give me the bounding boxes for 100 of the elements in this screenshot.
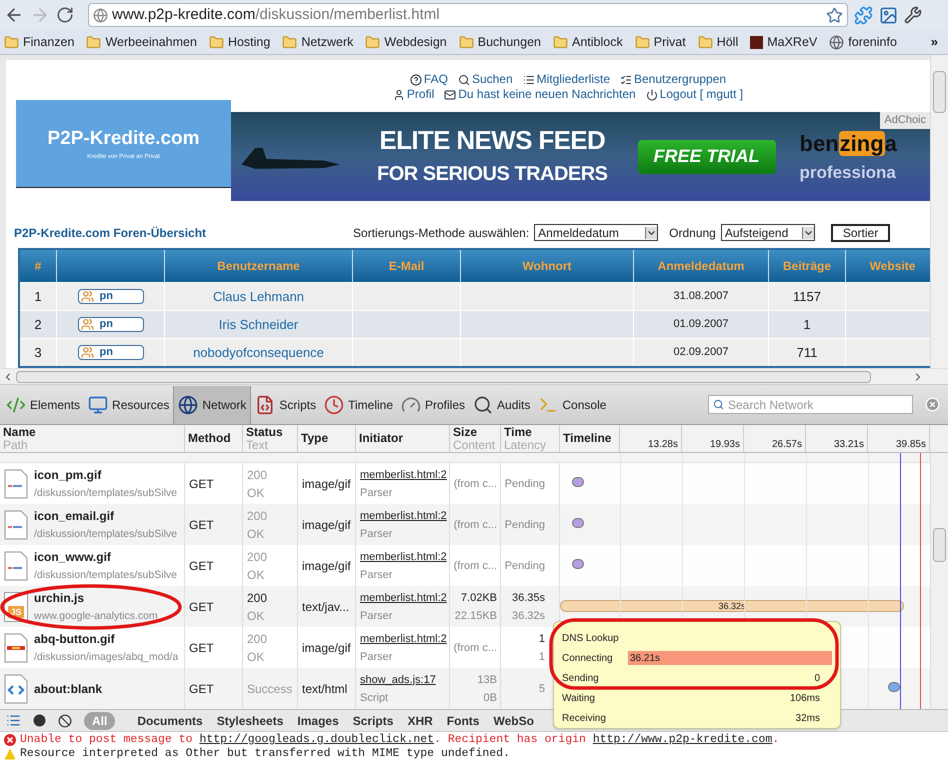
table-cell-text: 1 xyxy=(803,316,811,334)
adchoices-label[interactable]: AdChoic xyxy=(880,112,930,128)
nav-link[interactable]: Suchen xyxy=(458,72,513,87)
content-size: 0B xyxy=(484,690,497,706)
devtools-tab[interactable]: Audits xyxy=(469,386,534,424)
nav-link[interactable]: FAQ xyxy=(410,72,448,87)
free-trial-button[interactable]: FREE TRIAL xyxy=(638,140,776,174)
bookmark-item[interactable]: Finanzen xyxy=(4,32,74,52)
filter-tab[interactable]: Scripts xyxy=(352,712,394,730)
nav-link[interactable]: Profil xyxy=(392,87,434,102)
table-cell-text: text/html xyxy=(302,680,348,698)
profile-icon xyxy=(392,88,405,100)
devtools-tab[interactable]: Profiles xyxy=(397,386,470,424)
nav-link[interactable]: Du hast keine neuen Nachrichten xyxy=(444,87,636,102)
request-name[interactable]: icon_www.gif xyxy=(34,548,177,566)
bookmark-item[interactable]: Netzwerk xyxy=(282,32,354,52)
devtools-tab[interactable]: Elements xyxy=(2,386,84,424)
initiator-link[interactable]: memberlist.html:2 xyxy=(360,548,445,566)
timing-bar: 36.21s xyxy=(628,651,832,665)
time-text: Pending xyxy=(504,518,545,532)
bookmark-item[interactable]: foreninfo xyxy=(829,32,897,52)
scrollbar[interactable] xyxy=(930,55,948,368)
sort-button[interactable]: Sortier xyxy=(830,224,890,242)
nav-link[interactable]: Benutzergruppen xyxy=(620,72,726,87)
initiator-link[interactable]: show_ads.js:17 xyxy=(360,670,445,688)
extension-icon[interactable] xyxy=(879,6,898,24)
column-header[interactable]: Name Path xyxy=(0,425,185,452)
bookmark-item[interactable]: Werbeeinahmen xyxy=(86,32,197,52)
filter-tab[interactable]: Images xyxy=(297,712,339,730)
bookmark-item[interactable]: Hosting xyxy=(208,32,270,52)
ad-banner[interactable]: AdChoic ELITE NEWS FEED FOR SERIOUS TRADERS FREE TRIAL benzinga professiona xyxy=(231,112,930,201)
private-message-button[interactable]: pn xyxy=(78,345,144,360)
order-dropdown[interactable]: Aufsteigend xyxy=(720,224,815,241)
request-name[interactable]: icon_email.gif xyxy=(34,506,177,524)
initiator-link[interactable]: memberlist.html:2 xyxy=(360,466,445,484)
filter-tab[interactable]: XHR xyxy=(407,712,433,730)
initiator-link[interactable]: memberlist.html:2 xyxy=(360,506,445,524)
nav-link[interactable]: Logout [ mgutt ] xyxy=(646,87,744,102)
column-header[interactable]: Time Latency xyxy=(501,425,560,452)
devtools-tab[interactable]: Scripts xyxy=(251,386,320,424)
private-message-button[interactable]: pn xyxy=(78,317,144,332)
folder-icon xyxy=(282,34,298,50)
devtools-tab[interactable]: Console xyxy=(534,386,610,424)
bookmark-item[interactable]: Buchungen xyxy=(458,32,541,52)
column-header[interactable]: Size Content xyxy=(450,425,501,452)
clear-icon[interactable] xyxy=(58,714,72,728)
close-icon[interactable] xyxy=(925,397,940,412)
nav-link[interactable]: Mitgliederliste xyxy=(522,72,610,87)
filter-tab[interactable]: WebSo xyxy=(493,712,534,730)
initiator-type: Script xyxy=(360,690,390,706)
username-link[interactable]: Iris Schneider xyxy=(218,314,298,334)
devtools-tab[interactable]: Network xyxy=(173,386,252,424)
request-name[interactable]: urchin.js xyxy=(34,588,158,606)
column-header[interactable]: Timeline xyxy=(560,425,620,452)
bookmark-item[interactable]: Webdesign xyxy=(365,32,447,52)
column-header[interactable]: Status Text xyxy=(243,425,298,452)
folder-icon xyxy=(365,34,380,50)
devtools-tab[interactable]: Timeline xyxy=(320,386,397,424)
address-bar[interactable]: www.p2p-kredite.com/diskussion/memberlist.html xyxy=(88,3,848,27)
filter-tab[interactable]: Documents xyxy=(137,712,203,730)
initiator-type: Parser xyxy=(360,526,394,542)
content-size: 22.15KB xyxy=(454,608,497,624)
extension-icon[interactable] xyxy=(854,6,873,24)
timeline-tick: 26.57s xyxy=(772,438,802,451)
image-file-icon xyxy=(4,632,28,662)
sort-dropdown[interactable]: Anmeldedatum xyxy=(534,224,658,241)
bookmark-item[interactable]: MaXReV xyxy=(750,32,818,52)
devtools-tab[interactable]: Resources xyxy=(84,386,174,424)
timing-value: 32ms xyxy=(794,712,821,726)
forum-title[interactable]: P2P-Kredite.com Foren-Übersicht xyxy=(14,224,206,242)
request-name[interactable]: about:blank xyxy=(34,680,102,698)
star-icon[interactable] xyxy=(826,6,843,24)
initiator-link[interactable]: memberlist.html:2 xyxy=(360,630,445,648)
column-header[interactable]: Type xyxy=(298,425,356,452)
table-cell-text: 01.09.2007 xyxy=(673,317,729,332)
request-name[interactable]: abq-button.gif xyxy=(34,630,178,648)
code-file-icon xyxy=(4,674,28,704)
bookmark-item[interactable]: Höll xyxy=(698,32,738,52)
request-name[interactable]: icon_pm.gif xyxy=(34,466,177,484)
column-header[interactable]: Method xyxy=(185,425,243,452)
username-link[interactable]: nobodyofconsequence xyxy=(193,342,324,362)
ad-tagline: professiona xyxy=(800,162,897,184)
column-header[interactable]: Initiator xyxy=(356,425,450,452)
username-link[interactable]: Claus Lehmann xyxy=(212,286,304,306)
record-icon[interactable] xyxy=(33,714,46,727)
console-link[interactable]: http://www.p2p-kredite.com xyxy=(592,733,772,746)
bookmark-item[interactable]: Antiblock xyxy=(553,32,623,52)
initiator-link[interactable]: memberlist.html:2 xyxy=(360,588,445,606)
table-cell-text: 3 xyxy=(34,344,42,362)
scrollbar[interactable] xyxy=(930,453,948,709)
console-link[interactable]: http://googleads.g.doubleclick.net xyxy=(199,733,434,746)
filter-tab[interactable]: Fonts xyxy=(446,712,480,730)
list-icon[interactable] xyxy=(6,713,21,728)
settings-icon[interactable] xyxy=(904,6,922,24)
more-bookmarks[interactable]: » xyxy=(930,32,944,52)
sort-label: Sortierungs-Methode auswählen: xyxy=(353,224,530,242)
bookmark-item[interactable]: Privat xyxy=(634,32,686,52)
private-message-button[interactable]: pn xyxy=(78,289,144,304)
filter-tab[interactable]: Stylesheets xyxy=(216,712,284,730)
reload-icon[interactable] xyxy=(56,6,74,24)
